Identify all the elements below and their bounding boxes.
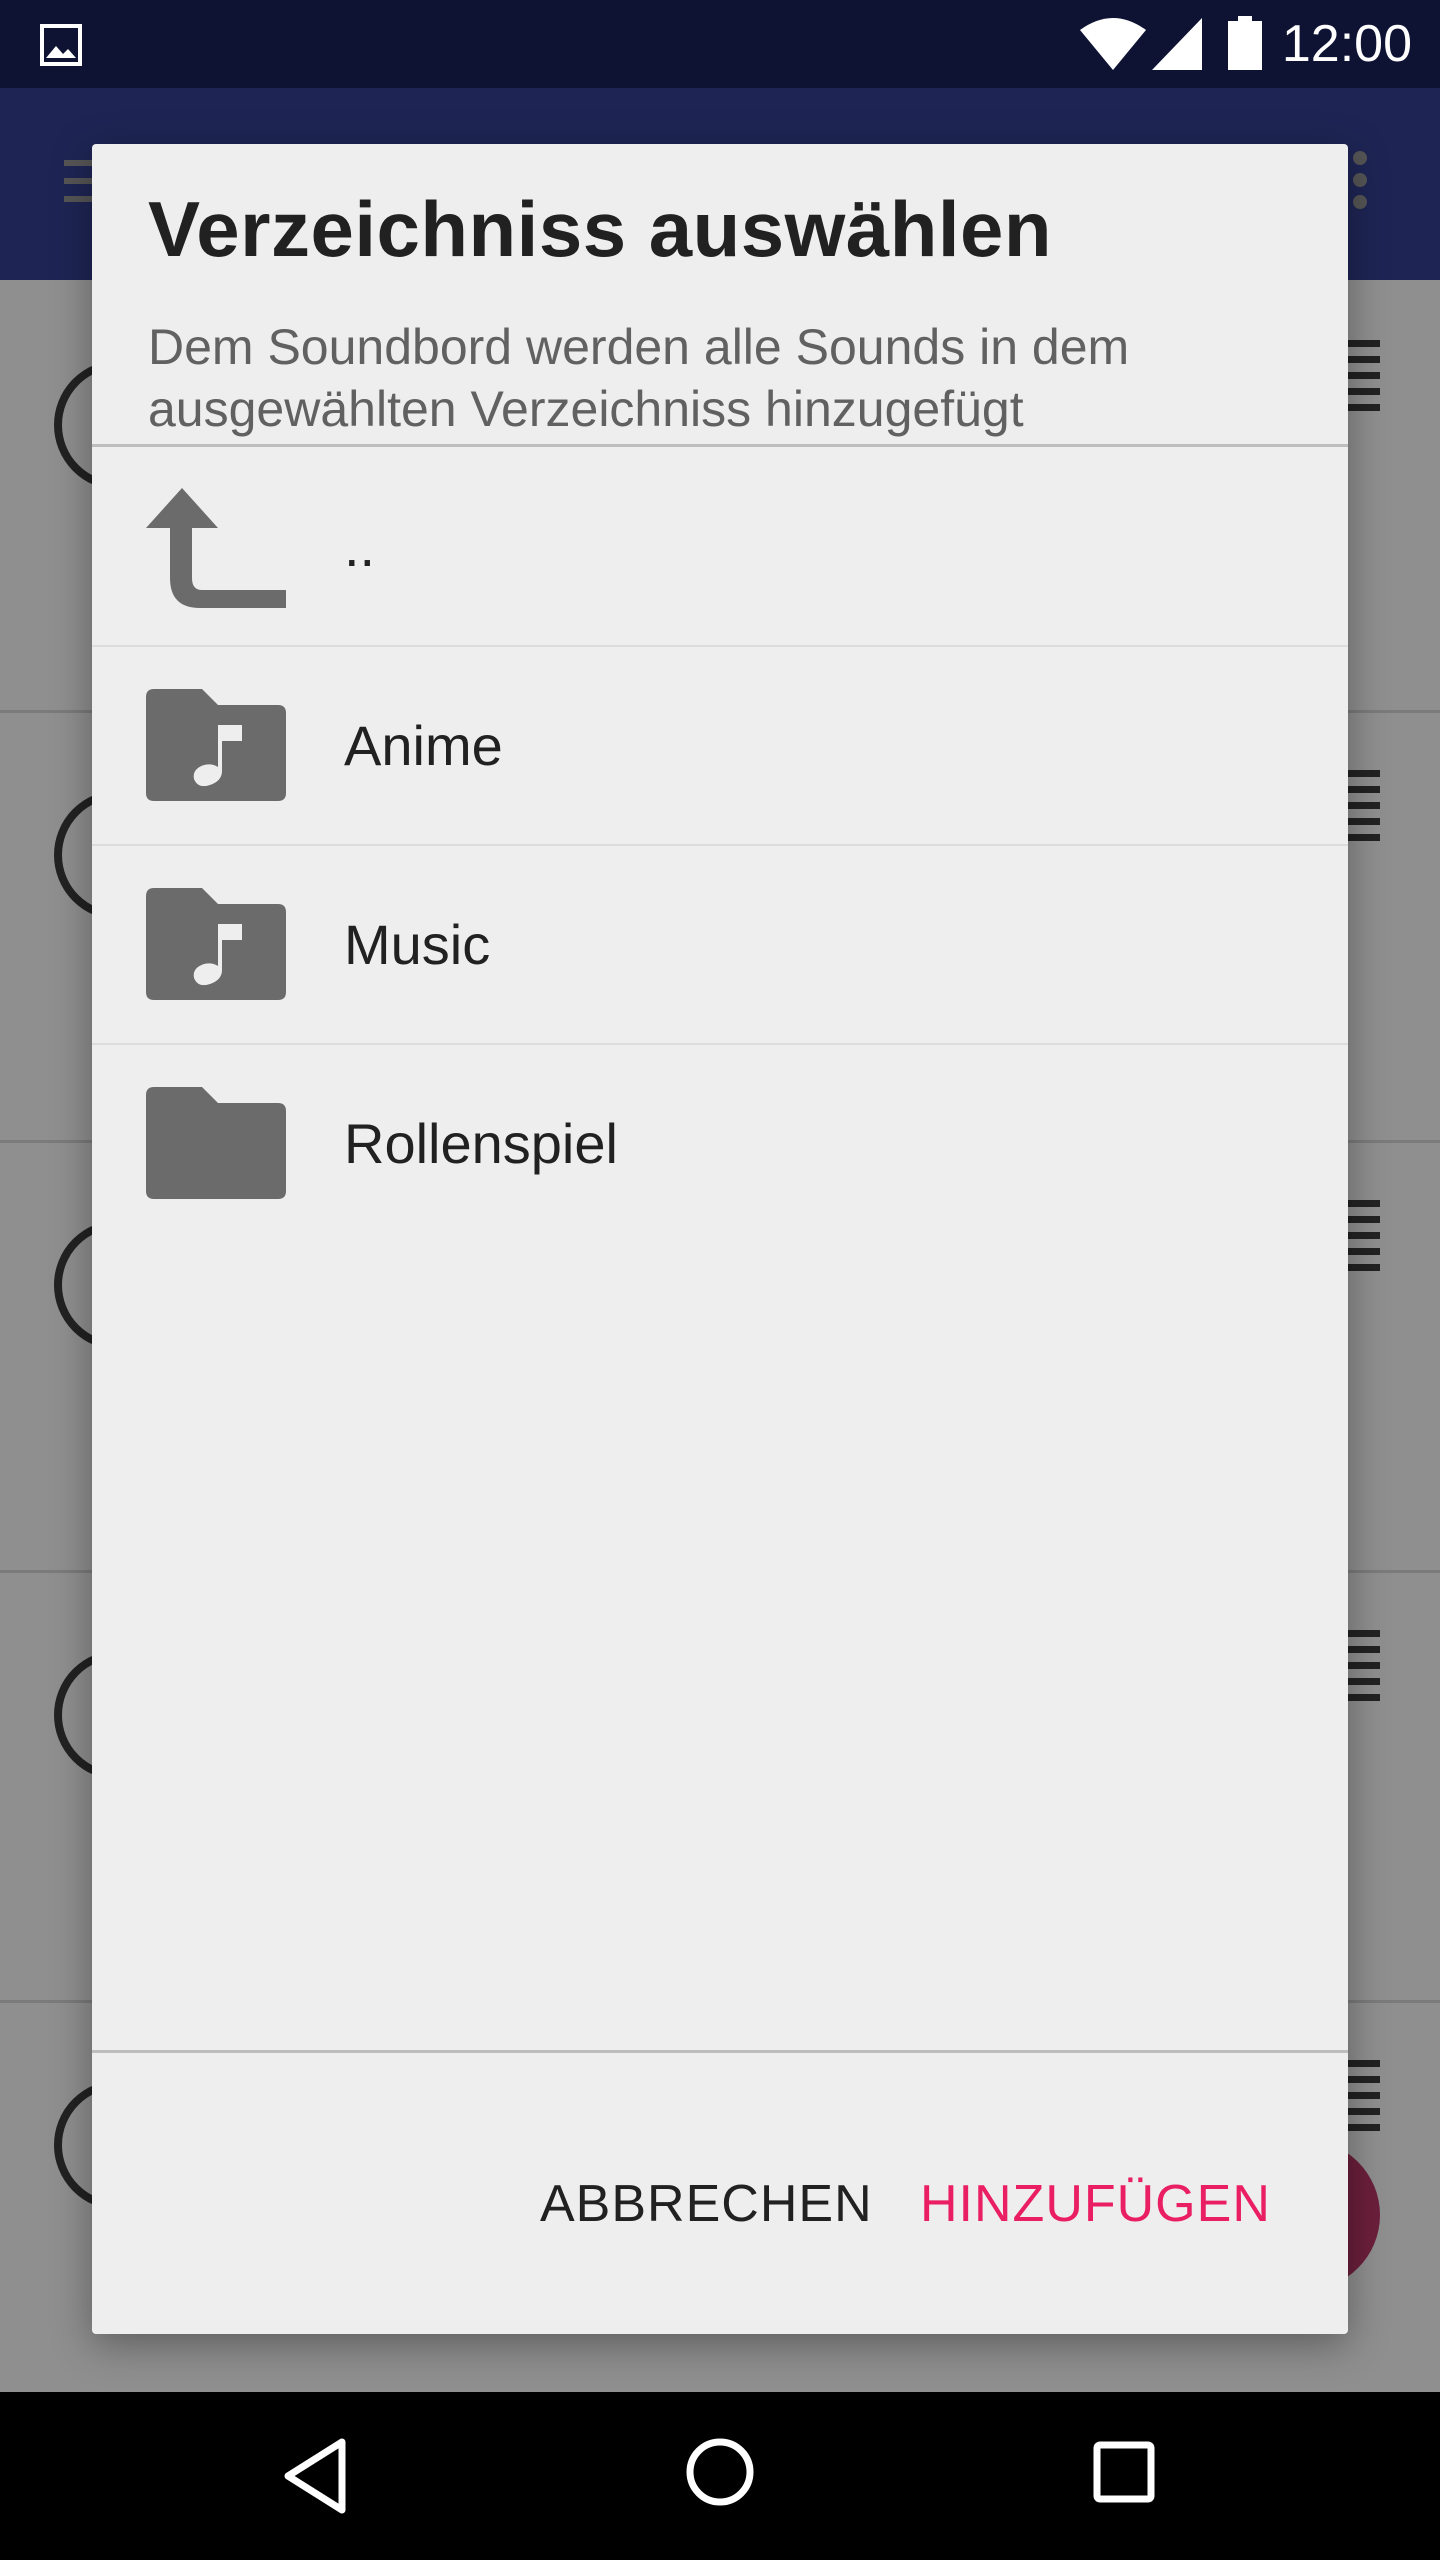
dialog-subtitle: Dem Soundbord werden alle Sounds in dem … <box>148 319 1130 437</box>
status-time: 12:00 <box>1281 15 1412 73</box>
wifi-icon <box>1080 18 1146 70</box>
list-item-parent-directory[interactable]: .. <box>92 448 1348 647</box>
add-button[interactable]: HINZUFÜGEN <box>908 2154 1283 2254</box>
cancel-button[interactable]: ABBRECHEN <box>528 2154 885 2254</box>
music-folder-icon <box>146 888 286 1000</box>
list-item-label: Rollenspiel <box>344 1112 618 1175</box>
list-item-label: Anime <box>344 714 503 777</box>
signal-icon <box>1152 18 1202 70</box>
list-item-folder[interactable]: Anime <box>92 647 1348 846</box>
overflow-menu-icon[interactable] <box>1352 150 1368 210</box>
list-item-folder[interactable]: Rollenspiel <box>92 1045 1348 1242</box>
list-item-label: Music <box>344 913 491 976</box>
divider <box>92 2050 1348 2053</box>
directory-list: .. Anime Music Rollenspiel <box>92 448 1348 1242</box>
navigation-bar <box>0 2392 1440 2560</box>
back-icon[interactable] <box>280 2436 350 2516</box>
home-icon[interactable] <box>684 2436 756 2508</box>
recents-icon[interactable] <box>1092 2440 1156 2504</box>
image-icon <box>40 24 82 66</box>
parent-directory-icon <box>146 488 286 608</box>
list-item-label: .. <box>344 515 376 578</box>
status-bar: 12:00 <box>0 0 1440 88</box>
dialog-title: Verzeichniss auswählen <box>148 185 1053 273</box>
directory-chooser-dialog: Verzeichniss auswählen Dem Soundbord wer… <box>92 144 1348 2334</box>
folder-icon <box>146 1087 286 1199</box>
battery-icon <box>1228 16 1262 70</box>
list-item-folder[interactable]: Music <box>92 846 1348 1045</box>
music-folder-icon <box>146 689 286 801</box>
divider <box>92 444 1348 447</box>
